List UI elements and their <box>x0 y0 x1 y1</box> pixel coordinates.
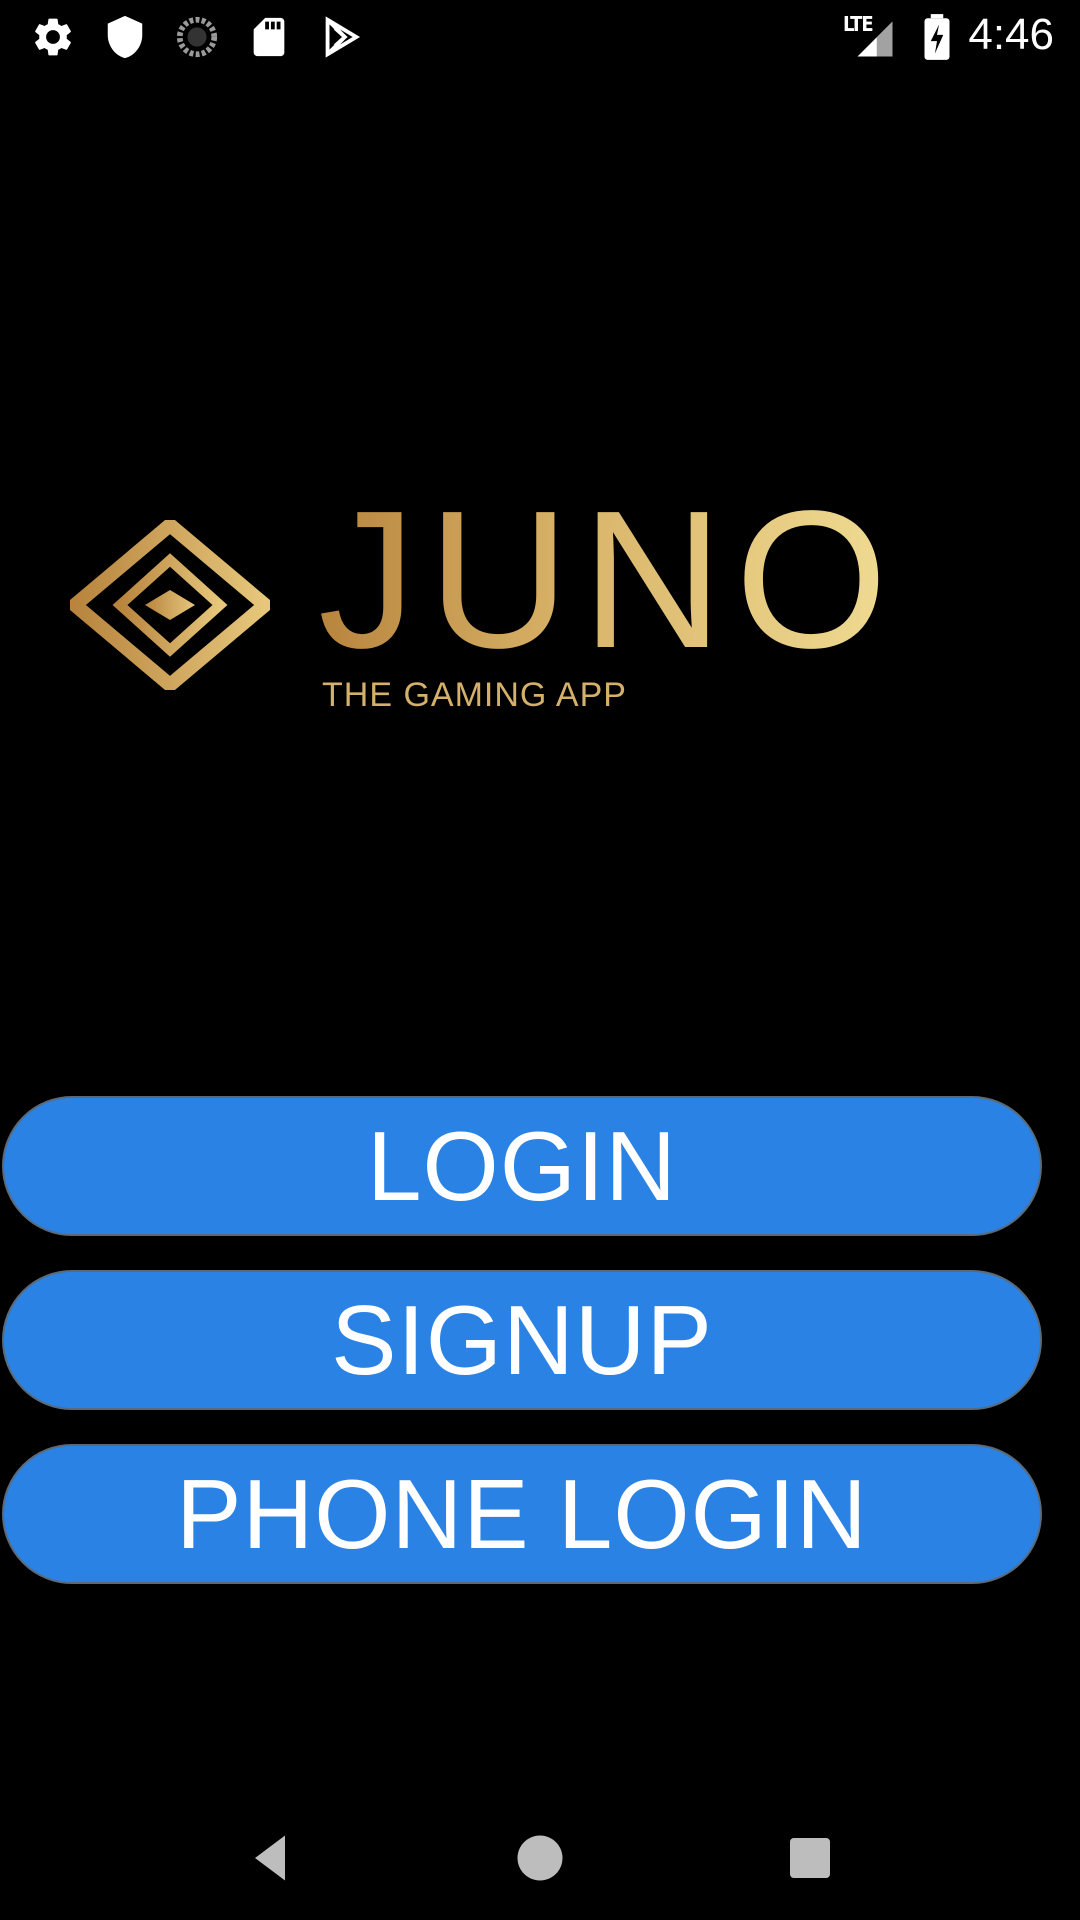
battery-charging-icon <box>916 12 958 62</box>
status-bar: LTE 4:46 <box>0 0 1080 72</box>
settings-icon <box>30 14 76 60</box>
navigation-bar <box>0 1800 1080 1920</box>
back-icon[interactable] <box>240 1828 300 1888</box>
signup-button[interactable]: SIGNUP <box>2 1270 1042 1410</box>
sync-icon <box>174 14 220 60</box>
status-clock: 4:46 <box>968 10 1054 59</box>
shield-icon <box>102 14 148 60</box>
app-screen: LTE 4:46 JUNO THE GAMING APP LOGIN SIGNU… <box>0 0 1080 1920</box>
juno-logo: JUNO THE GAMING APP <box>70 482 970 730</box>
sd-card-icon <box>246 14 292 60</box>
phone-login-button[interactable]: PHONE LOGIN <box>2 1444 1042 1584</box>
home-icon[interactable] <box>510 1828 570 1888</box>
diamond-logo-icon <box>70 520 270 690</box>
signal-icon <box>850 18 900 60</box>
logo-tagline: THE GAMING APP <box>322 676 627 714</box>
login-button[interactable]: LOGIN <box>2 1096 1042 1236</box>
logo-wordmark: JUNO <box>318 470 900 689</box>
recents-icon[interactable] <box>780 1828 840 1888</box>
play-store-icon <box>318 14 364 60</box>
